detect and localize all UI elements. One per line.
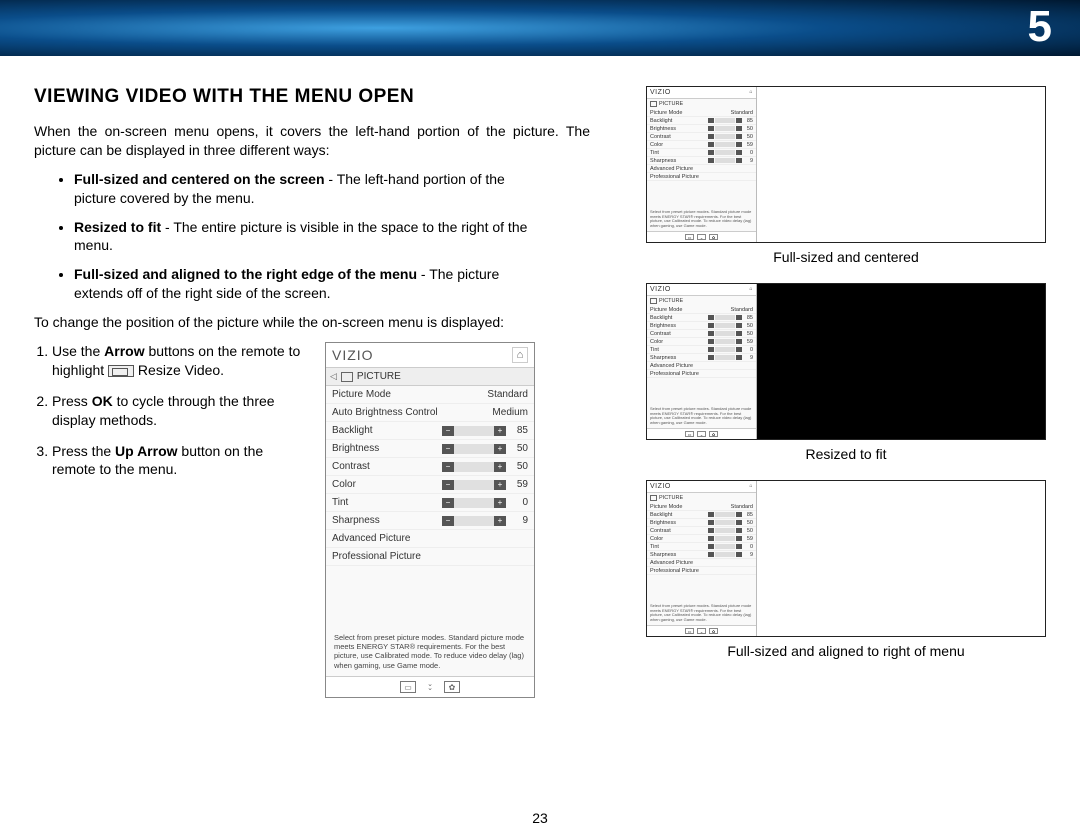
gear-icon: ✿: [444, 681, 460, 693]
menu-row: Auto Brightness Control Medium: [326, 404, 534, 422]
osd-menu-panel: VIZIO ⌂ ◁ PICTURE Picture Mode Standard …: [325, 342, 535, 698]
picture-icon: [341, 372, 353, 382]
left-column: VIEWING VIDEO WITH THE MENU OPEN When th…: [34, 86, 590, 698]
page-number: 23: [532, 810, 548, 826]
plus-icon: +: [494, 516, 506, 526]
menu-row: Picture Mode Standard: [326, 386, 534, 404]
slider: −+: [442, 462, 506, 472]
right-column: VIZIO⌂PICTUREPicture ModeStandardBacklig…: [620, 86, 1046, 698]
menu-slider-row: Sharpness−+9: [326, 512, 534, 530]
plus-icon: +: [494, 444, 506, 454]
header-bar: 5: [0, 0, 1080, 56]
illustration-aligned: VIZIO⌂PICTUREPicture ModeStandardBacklig…: [646, 480, 1046, 637]
slider: −+: [442, 516, 506, 526]
page-heading: VIEWING VIDEO WITH THE MENU OPEN: [34, 86, 590, 108]
menu-title-row: VIZIO ⌂: [326, 343, 534, 368]
plus-icon: +: [494, 498, 506, 508]
minus-icon: −: [442, 462, 454, 472]
slider: −+: [442, 480, 506, 490]
back-icon: ◁: [330, 371, 337, 382]
steps-column: Use the Arrow buttons on the remote to h…: [34, 342, 309, 698]
plus-icon: +: [494, 426, 506, 436]
resize-icon: ▭: [400, 681, 416, 693]
step-item: Press OK to cycle through the three disp…: [52, 392, 309, 430]
list-item: Resized to fit - The entire picture is v…: [74, 218, 590, 256]
menu-slider-row: Color−+59: [326, 476, 534, 494]
menu-row: Professional Picture: [326, 548, 534, 566]
menu-row: Advanced Picture: [326, 530, 534, 548]
menu-help-text: Select from preset picture modes. Standa…: [326, 566, 534, 676]
menu-section: PICTURE: [357, 371, 401, 382]
minus-icon: −: [442, 444, 454, 454]
illustration-centered: VIZIO⌂PICTUREPicture ModeStandardBacklig…: [646, 86, 1046, 243]
menu-slider-row: Backlight−+85: [326, 422, 534, 440]
chapter-number: 5: [1028, 2, 1052, 52]
caption-centered: Full-sized and centered: [646, 249, 1046, 265]
menu-footer: ▭ ⌄⌄ ✿: [326, 676, 534, 697]
list-item: Full-sized and aligned to the right edge…: [74, 265, 590, 303]
illustration-resized: VIZIO⌂PICTUREPicture ModeStandardBacklig…: [646, 283, 1046, 440]
caption-resized: Resized to fit: [646, 446, 1046, 462]
home-icon: ⌂: [512, 347, 528, 363]
menu-brand: VIZIO: [332, 347, 512, 363]
caption-aligned: Full-sized and aligned to right of menu: [646, 643, 1046, 659]
plus-icon: +: [494, 462, 506, 472]
slider: −+: [442, 498, 506, 508]
minus-icon: −: [442, 516, 454, 526]
steps-and-menu: Use the Arrow buttons on the remote to h…: [34, 342, 590, 698]
menu-column: VIZIO ⌂ ◁ PICTURE Picture Mode Standard …: [325, 342, 590, 698]
slider: −+: [442, 426, 506, 436]
steps-list: Use the Arrow buttons on the remote to h…: [34, 342, 309, 479]
minus-icon: −: [442, 498, 454, 508]
menu-section-row: ◁ PICTURE: [326, 368, 534, 386]
minus-icon: −: [442, 426, 454, 436]
menu-slider-row: Brightness−+50: [326, 440, 534, 458]
menu-slider-row: Tint−+0: [326, 494, 534, 512]
display-modes-list: Full-sized and centered on the screen - …: [34, 170, 590, 303]
resize-video-icon: [108, 365, 134, 377]
chevron-down-icon: ⌄⌄: [422, 681, 438, 693]
list-item: Full-sized and centered on the screen - …: [74, 170, 590, 208]
slider: −+: [442, 444, 506, 454]
change-instruction: To change the position of the picture wh…: [34, 313, 590, 332]
step-item: Use the Arrow buttons on the remote to h…: [52, 342, 309, 380]
intro-paragraph: When the on-screen menu opens, it covers…: [34, 122, 590, 160]
step-item: Press the Up Arrow button on the remote …: [52, 442, 309, 480]
menu-slider-row: Contrast−+50: [326, 458, 534, 476]
page-content: VIEWING VIDEO WITH THE MENU OPEN When th…: [0, 56, 1080, 710]
plus-icon: +: [494, 480, 506, 490]
minus-icon: −: [442, 480, 454, 490]
